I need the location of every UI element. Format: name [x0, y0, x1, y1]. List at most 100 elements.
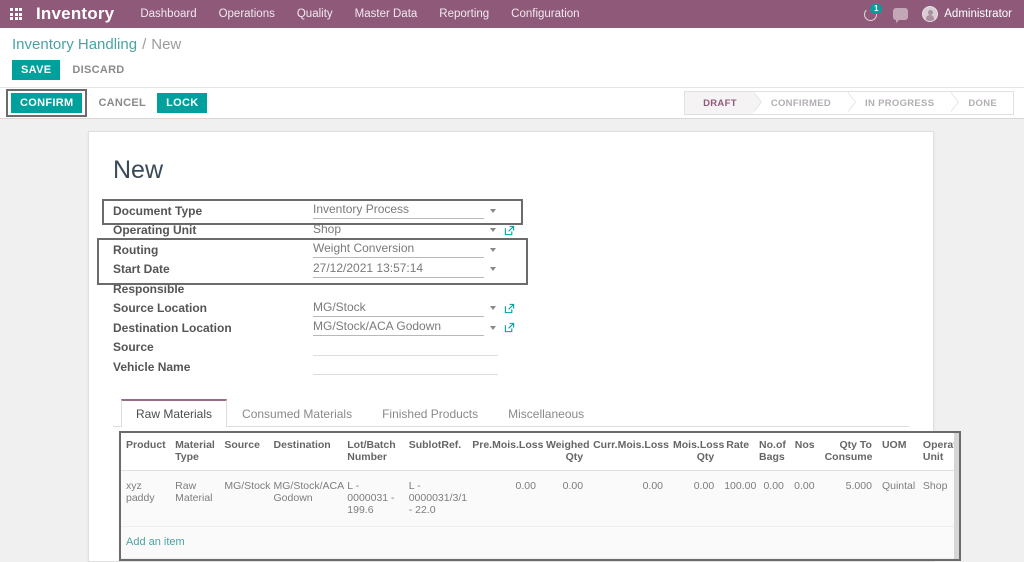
- col-header-sublot-ref[interactable]: SublotRef.: [403, 432, 468, 471]
- menu-item-dashboard[interactable]: Dashboard: [140, 8, 196, 20]
- col-header-mois-loss-qty[interactable]: Mois.Loss Qty: [668, 432, 724, 471]
- cell-material-type[interactable]: Raw Material: [170, 470, 220, 527]
- status-stage-confirmed[interactable]: CONFIRMED: [752, 92, 857, 114]
- breadcrumb-current: New: [151, 36, 182, 53]
- add-item-cell: Add an item: [121, 526, 959, 559]
- cell-rate[interactable]: 100.00: [719, 470, 756, 527]
- confirm-button[interactable]: CONFIRM: [11, 93, 83, 113]
- lock-button[interactable]: LOCK: [157, 93, 208, 113]
- cell-sublot-ref[interactable]: L - 0000031/3/1 - 22.0: [403, 470, 468, 527]
- status-stage-draft[interactable]: DRAFT: [685, 92, 762, 114]
- cell-qty-to-consume[interactable]: 5.000: [819, 470, 877, 527]
- menu-item-reporting[interactable]: Reporting: [439, 8, 489, 20]
- field-value-responsible[interactable]: [313, 288, 498, 289]
- cell-destination[interactable]: MG/Stock/ACA Godown: [268, 470, 344, 527]
- field-value-source-location[interactable]: MG/Stock: [313, 300, 484, 317]
- field-value-destination-location[interactable]: MG/Stock/ACA Godown: [313, 319, 484, 337]
- chevron-down-icon[interactable]: [490, 306, 496, 311]
- col-header-destination[interactable]: Destination: [268, 432, 343, 471]
- chevron-down-icon[interactable]: [490, 325, 496, 330]
- form-fields: Document Type Inventory Process Operatin…: [97, 199, 909, 377]
- field-responsible: Responsible: [113, 279, 909, 299]
- app-brand-title[interactable]: Inventory: [36, 4, 114, 24]
- status-stage-in-progress[interactable]: IN PROGRESS: [847, 92, 960, 114]
- save-button[interactable]: SAVE: [12, 60, 61, 80]
- cell-lot-batch-number[interactable]: L - 0000031 - 199.6: [342, 470, 404, 527]
- lines-table-highlight: Product Material Type Source Destination…: [119, 430, 961, 561]
- menu-item-operations[interactable]: Operations: [219, 8, 275, 20]
- col-header-no-of-bags[interactable]: No.of Bags: [754, 432, 789, 471]
- col-header-curr-mois-loss[interactable]: Curr.Mois.Loss: [588, 432, 669, 471]
- field-start-date: Start Date 27/12/2021 13:57:14: [113, 260, 909, 280]
- chevron-down-icon[interactable]: [490, 228, 496, 233]
- col-header-nos[interactable]: Nos: [788, 432, 820, 471]
- user-menu[interactable]: Administrator: [922, 6, 1012, 22]
- cell-curr-mois-loss[interactable]: 0.00: [588, 470, 668, 527]
- status-stage-done[interactable]: DONE: [950, 92, 1013, 114]
- main-menu: Dashboard Operations Quality Master Data…: [140, 8, 864, 20]
- col-header-product[interactable]: Product: [121, 432, 171, 471]
- external-link-icon[interactable]: [504, 303, 515, 314]
- cell-weighed-qty[interactable]: 0.00: [540, 470, 589, 527]
- field-routing: Routing Weight Conversion: [113, 240, 909, 260]
- cell-pre-mois-loss[interactable]: 0.00: [467, 470, 541, 527]
- menu-item-master-data[interactable]: Master Data: [355, 8, 418, 20]
- col-header-source[interactable]: Source: [219, 432, 269, 471]
- user-avatar-icon: [922, 6, 939, 22]
- col-header-lot-batch-number[interactable]: Lot/Batch Number: [342, 432, 404, 471]
- statusbar-row: CONFIRM CANCEL LOCK DRAFT CONFIRMED IN P…: [0, 87, 1024, 119]
- col-header-rate[interactable]: Rate: [719, 432, 755, 471]
- tab-raw-materials[interactable]: Raw Materials: [121, 398, 228, 427]
- chevron-down-icon[interactable]: [490, 267, 496, 272]
- field-label-responsible: Responsible: [113, 281, 185, 296]
- col-header-uom[interactable]: UOM: [876, 432, 918, 471]
- add-an-item-link[interactable]: Add an item: [126, 536, 185, 548]
- chevron-down-icon[interactable]: [490, 208, 496, 213]
- notebook: Raw Materials Consumed Materials Finishe…: [113, 398, 961, 561]
- cell-no-of-bags[interactable]: 0.00: [754, 470, 789, 527]
- field-label-destination-location: Destination Location: [113, 320, 232, 335]
- field-label-document-type: Document Type: [113, 203, 203, 218]
- field-value-start-date[interactable]: 27/12/2021 13:57:14: [313, 261, 484, 278]
- chat-bubble-icon[interactable]: [893, 8, 909, 23]
- field-value-routing[interactable]: Weight Conversion: [313, 241, 484, 259]
- col-header-operating-unit[interactable]: Operating Unit: [917, 432, 959, 471]
- external-link-icon[interactable]: [504, 322, 515, 333]
- cell-operating-unit[interactable]: Shop: [917, 470, 959, 527]
- add-item-row: Add an item: [121, 526, 959, 559]
- col-header-qty-to-consume[interactable]: Qty To Consume: [819, 432, 877, 471]
- cell-nos[interactable]: 0.00: [788, 470, 820, 527]
- cancel-button[interactable]: CANCEL: [96, 93, 148, 113]
- apps-grid-icon[interactable]: [10, 8, 22, 20]
- menu-item-configuration[interactable]: Configuration: [511, 8, 579, 20]
- status-pipeline: DRAFT CONFIRMED IN PROGRESS DONE: [684, 91, 1014, 115]
- field-label-operating-unit: Operating Unit: [113, 223, 197, 238]
- table-row[interactable]: xyz paddy Raw Material MG/Stock MG/Stock…: [121, 470, 959, 527]
- cell-uom[interactable]: Quintal: [876, 470, 918, 527]
- col-header-material-type[interactable]: Material Type: [170, 432, 220, 471]
- field-value-operating-unit[interactable]: Shop: [313, 222, 484, 239]
- col-header-pre-mois-loss[interactable]: Pre.Mois.Loss: [467, 432, 543, 471]
- cell-product[interactable]: xyz paddy: [121, 470, 171, 527]
- field-value-vehicle-name[interactable]: [313, 358, 498, 376]
- cell-mois-loss-qty[interactable]: 0.00: [668, 470, 720, 527]
- field-source-location: Source Location MG/Stock: [113, 299, 909, 319]
- discard-button[interactable]: DISCARD: [70, 60, 126, 80]
- cell-source[interactable]: MG/Stock: [219, 470, 270, 527]
- table-vertical-scrollbar[interactable]: [954, 432, 959, 559]
- external-link-icon[interactable]: [504, 225, 515, 236]
- breadcrumb-root-link[interactable]: Inventory Handling: [12, 36, 137, 53]
- tab-finished-products[interactable]: Finished Products: [367, 399, 493, 427]
- field-value-source[interactable]: [313, 339, 498, 356]
- menu-item-quality[interactable]: Quality: [297, 8, 333, 20]
- tab-miscellaneous[interactable]: Miscellaneous: [493, 399, 599, 427]
- field-value-document-type[interactable]: Inventory Process: [313, 202, 484, 220]
- activity-clock-icon[interactable]: 1: [864, 3, 883, 22]
- col-header-weighed-qty[interactable]: Weighed Qty: [540, 432, 590, 471]
- field-document-type: Document Type Inventory Process: [113, 201, 909, 221]
- record-action-buttons: SAVE DISCARD: [12, 60, 1024, 87]
- chevron-down-icon[interactable]: [490, 247, 496, 252]
- tab-consumed-materials[interactable]: Consumed Materials: [227, 399, 367, 427]
- field-operating-unit: Operating Unit Shop: [113, 221, 909, 241]
- field-destination-location: Destination Location MG/Stock/ACA Godown: [113, 318, 909, 338]
